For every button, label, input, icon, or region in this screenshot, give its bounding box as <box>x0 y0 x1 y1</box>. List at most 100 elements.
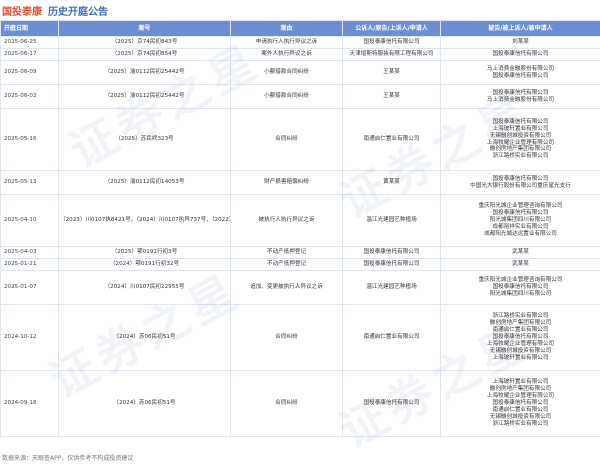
defendant-list: 国投泰康信托有限公司 <box>440 48 600 61</box>
hearing-date: 2025-01-07 <box>0 270 59 305</box>
data-source-note: 数据来源：天眼查APP，仅供参考不构成投资建议 <box>2 455 134 462</box>
page-title: 历史开庭公告 <box>48 6 108 18</box>
defendant-list: 上海玻轩置业有限公司 融创房地产集团有限公司 上海牧耀企业管理有限公司 国投泰康信托有… <box>440 370 600 437</box>
defendant-name: 国投泰康信托有限公司 <box>492 51 549 57</box>
table-row: 2025-04-10 （2023）川0107执8421号，（2024）川0107执… <box>0 194 600 247</box>
defendant-name: 上海玻轩置业有限公司 <box>492 354 549 361</box>
hearing-date: 2025-06-02 <box>0 84 59 109</box>
defendant-name: 上海玻轩置业有限公司 <box>492 379 549 386</box>
defendant-name: 上海玻轩置业有限公司 <box>492 125 549 132</box>
case-number: （2025）渝0112民初25442号 <box>58 60 231 85</box>
defendant-name: 无锡融创城投资有限公司 <box>489 347 552 354</box>
defendant-list: 国投泰康信托有限公司 中国光大银行股份有限公司重庆星光支行 <box>440 170 600 195</box>
case-cause: 小额借款合同纠纷 <box>230 84 343 109</box>
defendant-name: 成都丽祥实业有限公司 <box>492 223 549 230</box>
case-number: （2025）京74民初843号 <box>58 36 231 49</box>
table-row: 2025-05-13 （2025）渝0112民初14053号 财产损害赔偿纠纷 黄某某… <box>0 170 600 195</box>
table-row: 2025-06-09 （2025）渝0112民初25442号 小额借款合同纠纷 王某某… <box>0 60 600 85</box>
hearing-date: 2024-09-18 <box>0 370 59 437</box>
plaintiff: 王某某 <box>342 84 441 109</box>
defendant-name: 上海牧耀企业管理有限公司 <box>486 393 555 400</box>
case-cause: 案外人执行异议之诉 <box>230 48 343 61</box>
defendant-name: 阳光城集团四川有限公司 <box>489 217 552 223</box>
column-header-plaintiff: 公诉人/原告/上诉人/申请人 <box>342 20 441 37</box>
defendant-name: 国投泰康信托有限公司 <box>492 72 549 79</box>
brand-name: 国投泰康 <box>2 6 42 18</box>
defendant-name: 武某某 <box>512 249 529 255</box>
case-cause: 小额借款合同纠纷 <box>230 60 343 85</box>
table-row: 2025-06-02 （2025）渝0112民初25442号 小额借款合同纠纷 王某某… <box>0 84 600 109</box>
hearing-date: 2025-06-25 <box>0 36 59 49</box>
defendant-name: 重庆阳光城企业管理咨询有限公司 <box>478 277 563 284</box>
case-number: （2024）苏06民初51号 <box>58 370 231 437</box>
case-number: （2024）鄂0191行初32号 <box>58 258 231 271</box>
defendant-list: 武某某 <box>440 246 600 259</box>
case-cause: 申请执行人执行异议之诉 <box>230 36 343 49</box>
case-number: （2025）鄂0191行初3号 <box>58 246 231 259</box>
court-hearing-table: 开庭日期 案号 案由 公诉人/原告/上诉人/申请人 被告/被上诉人/被申请人 2… <box>0 20 600 437</box>
column-header-date: 开庭日期 <box>0 20 59 37</box>
table-row: 2025-01-07 （2024）川0107民初22955号 追加、变更被执行人异议… <box>0 270 600 305</box>
case-cause: 合同纠纷 <box>230 108 343 171</box>
table-row: 2025-04-03 （2025）鄂0191行初3号 不动产抵押登记 国投泰康信托有限… <box>0 246 600 259</box>
plaintiff: 温江光建园艺种植场 <box>342 194 441 247</box>
defendant-name: 国投泰康信托有限公司 <box>492 175 549 182</box>
defendant-list: 重庆阳光城企业管理咨询有限公司 国投泰康信托有限公司 阳光城集团四川有限公司 成都丽祥… <box>440 194 600 247</box>
plaintiff: 天津增斯特服装有限工程有限公司 <box>342 48 441 61</box>
defendant-list: 浙江路桥实业有限公司 融创房地产集团有限公司 南通启仁置业有限公司 国投泰康信托有限公… <box>440 304 600 371</box>
case-cause: 不动产抵押登记 <box>230 246 343 259</box>
defendant-name: 成都阳光城达远置业有限公司 <box>484 230 557 237</box>
case-number: （2024）川0107民初22955号 <box>58 270 231 305</box>
plaintiff: 国投泰康信托有限公司 <box>342 370 441 437</box>
case-cause: 被执行人执行异议之诉 <box>230 194 343 247</box>
defendant-name: 浙江路桥实业有限公司 <box>492 420 549 427</box>
case-cause: 合同纠纷 <box>230 370 343 437</box>
plaintiff: 黄某某 <box>342 170 441 195</box>
defendant-name: 中国光大银行股份有限公司重庆星光支行 <box>470 182 571 189</box>
defendant-name: 南通启仁置业有限公司 <box>492 406 549 413</box>
case-number: （2025）京74民初854号 <box>58 48 231 61</box>
table-row: 2025-06-17 （2025）京74民初854号 案外人执行异议之诉 天津增斯特服… <box>0 48 600 61</box>
defendant-name: 马上消费金融股份有限公司 <box>486 65 555 72</box>
defendant-name: 国投泰康信托有限公司 <box>492 334 549 340</box>
page: 证券之星 证券之星 证券之星 证券之星 国投泰康 历史开庭公告 开庭日期 案号 … <box>0 0 600 464</box>
defendant-name: 国投泰康信托有限公司 <box>492 400 549 406</box>
defendant-list: 刘某某 <box>440 36 600 49</box>
defendant-name: 无锡融创城投资有限公司 <box>489 132 552 139</box>
defendant-name: 阳光城集团四川有限公司 <box>489 290 552 297</box>
hearing-date: 2025-05-13 <box>0 170 59 195</box>
hearing-date: 2025-05-16 <box>0 108 59 171</box>
defendant-name: 国投泰康信托有限公司 <box>492 210 549 217</box>
defendant-name: 上海牧耀企业管理有限公司 <box>486 340 555 347</box>
defendant-name: 武某某 <box>512 261 529 267</box>
defendant-name: 刘某某 <box>512 39 529 45</box>
defendant-name: 融创房地产集团有限公司 <box>489 386 552 393</box>
defendant-list: 重庆阳光城企业管理咨询有限公司 国投泰康信托有限公司 阳光城集团四川有限公司 <box>440 270 600 305</box>
defendant-name: 马上消费金融股份有限公司 <box>486 96 555 103</box>
defendant-name: 浙江路桥实业有限公司 <box>492 313 549 320</box>
table-body: 2025-06-25 （2025）京74民初843号 申请执行人执行异议之诉 国投泰康… <box>0 36 600 437</box>
defendant-list: 国投泰康信托有限公司 马上消费金融股份有限公司 <box>440 84 600 109</box>
hearing-date: 2025-06-09 <box>0 60 59 85</box>
defendant-name: 国投泰康信托有限公司 <box>492 89 549 96</box>
plaintiff: 国投泰康信托有限公司 <box>342 36 441 49</box>
case-number: （2025）渝0112民初25442号 <box>58 84 231 109</box>
defendant-name: 南通启仁置业有限公司 <box>492 327 549 334</box>
hearing-date: 2024-10-12 <box>0 304 59 371</box>
defendant-name: 重庆阳光城企业管理咨询有限公司 <box>478 203 563 210</box>
defendant-list: 马上消费金融股份有限公司 国投泰康信托有限公司 <box>440 60 600 85</box>
hearing-date: 2025-04-03 <box>0 246 59 259</box>
defendant-name: 浙江路桥实业有限公司 <box>492 153 549 160</box>
header: 国投泰康 历史开庭公告 <box>0 0 600 20</box>
defendant-name: 国投泰康信托有限公司 <box>492 118 549 125</box>
plaintiff: 国投泰康信托有限公司 <box>342 246 441 259</box>
case-number: （2025）渝0112民初14053号 <box>58 170 231 195</box>
plaintiff: 南通启仁置业有限公司 <box>342 108 441 171</box>
column-header-defendant: 被告/被上诉人/被申请人 <box>440 20 600 37</box>
plaintiff: 国投泰康信托有限公司 <box>342 258 441 271</box>
case-number: （2024）苏06民初51号 <box>58 304 231 371</box>
plaintiff: 温江光建园艺种植场 <box>342 270 441 305</box>
defendant-name: 融创房地产集团有限公司 <box>489 320 552 327</box>
column-header-case-number: 案号 <box>58 20 231 37</box>
column-header-cause: 案由 <box>230 20 343 37</box>
